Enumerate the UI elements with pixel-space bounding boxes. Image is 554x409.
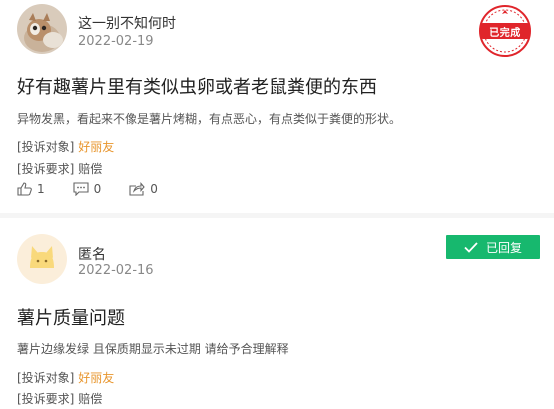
request-value: 赔偿 xyxy=(78,392,103,406)
action-bar: 1 0 0 xyxy=(17,182,186,196)
comment-count: 0 xyxy=(93,182,102,196)
avatar xyxy=(17,234,67,284)
post-date: 2022-02-19 xyxy=(78,34,154,49)
request-label: [投诉要求] xyxy=(17,162,75,176)
target-label: [投诉对象] xyxy=(17,371,75,385)
target-link[interactable]: 好丽友 xyxy=(78,140,114,154)
anonymous-cat-avatar xyxy=(17,234,67,284)
comment-button[interactable]: 0 xyxy=(73,182,102,196)
complaint-request: [投诉要求] 赔偿 xyxy=(17,160,102,177)
username: 这一别不知何时 xyxy=(78,16,176,32)
avatar xyxy=(17,4,67,54)
share-icon xyxy=(129,182,146,196)
comment-icon xyxy=(73,182,89,196)
like-button[interactable]: 1 xyxy=(17,182,45,196)
cat-photo-avatar xyxy=(17,4,67,54)
post-date: 2022-02-16 xyxy=(78,263,154,278)
complaint-content: 薯片边缘发绿 且保质期显示未过期 请给予合理解释 xyxy=(17,342,289,356)
target-label: [投诉对象] xyxy=(17,140,75,154)
replied-badge: 已回复 xyxy=(446,235,540,259)
share-button[interactable]: 0 xyxy=(129,182,158,196)
username: 匿名 xyxy=(78,247,106,263)
request-label: [投诉要求] xyxy=(17,392,75,406)
request-value: 赔偿 xyxy=(78,162,103,176)
complaint-card[interactable]: 匿名 2022-02-16 已回复 薯片质量问题 薯片边缘发绿 且保质期显示未过… xyxy=(0,218,554,409)
status-badge: 已回复 xyxy=(485,240,522,255)
complaint-content: 异物发黑，看起来不像是薯片烤糊，有点恶心，有点类似于粪便的形状。 xyxy=(17,112,402,126)
target-link[interactable]: 好丽友 xyxy=(78,371,114,385)
thumbs-up-icon xyxy=(17,182,32,196)
complaint-target: [投诉对象] 好丽友 xyxy=(17,369,114,386)
check-icon xyxy=(464,241,478,253)
complaint-title[interactable]: 薯片质量问题 xyxy=(17,304,125,330)
status-badge: 已完成 xyxy=(489,28,521,39)
complaint-card[interactable]: 这一别不知何时 2022-02-19 已完成 好有趣薯片里有类似虫卵或者老鼠粪便… xyxy=(0,0,554,218)
complaint-target: [投诉对象] 好丽友 xyxy=(17,138,114,155)
share-count: 0 xyxy=(150,182,158,196)
complaint-title[interactable]: 好有趣薯片里有类似虫卵或者老鼠粪便的东西 xyxy=(17,73,377,99)
complaint-request: [投诉要求] 赔偿 xyxy=(17,390,102,407)
completed-stamp: 已完成 xyxy=(478,4,532,58)
like-count: 1 xyxy=(37,182,45,196)
